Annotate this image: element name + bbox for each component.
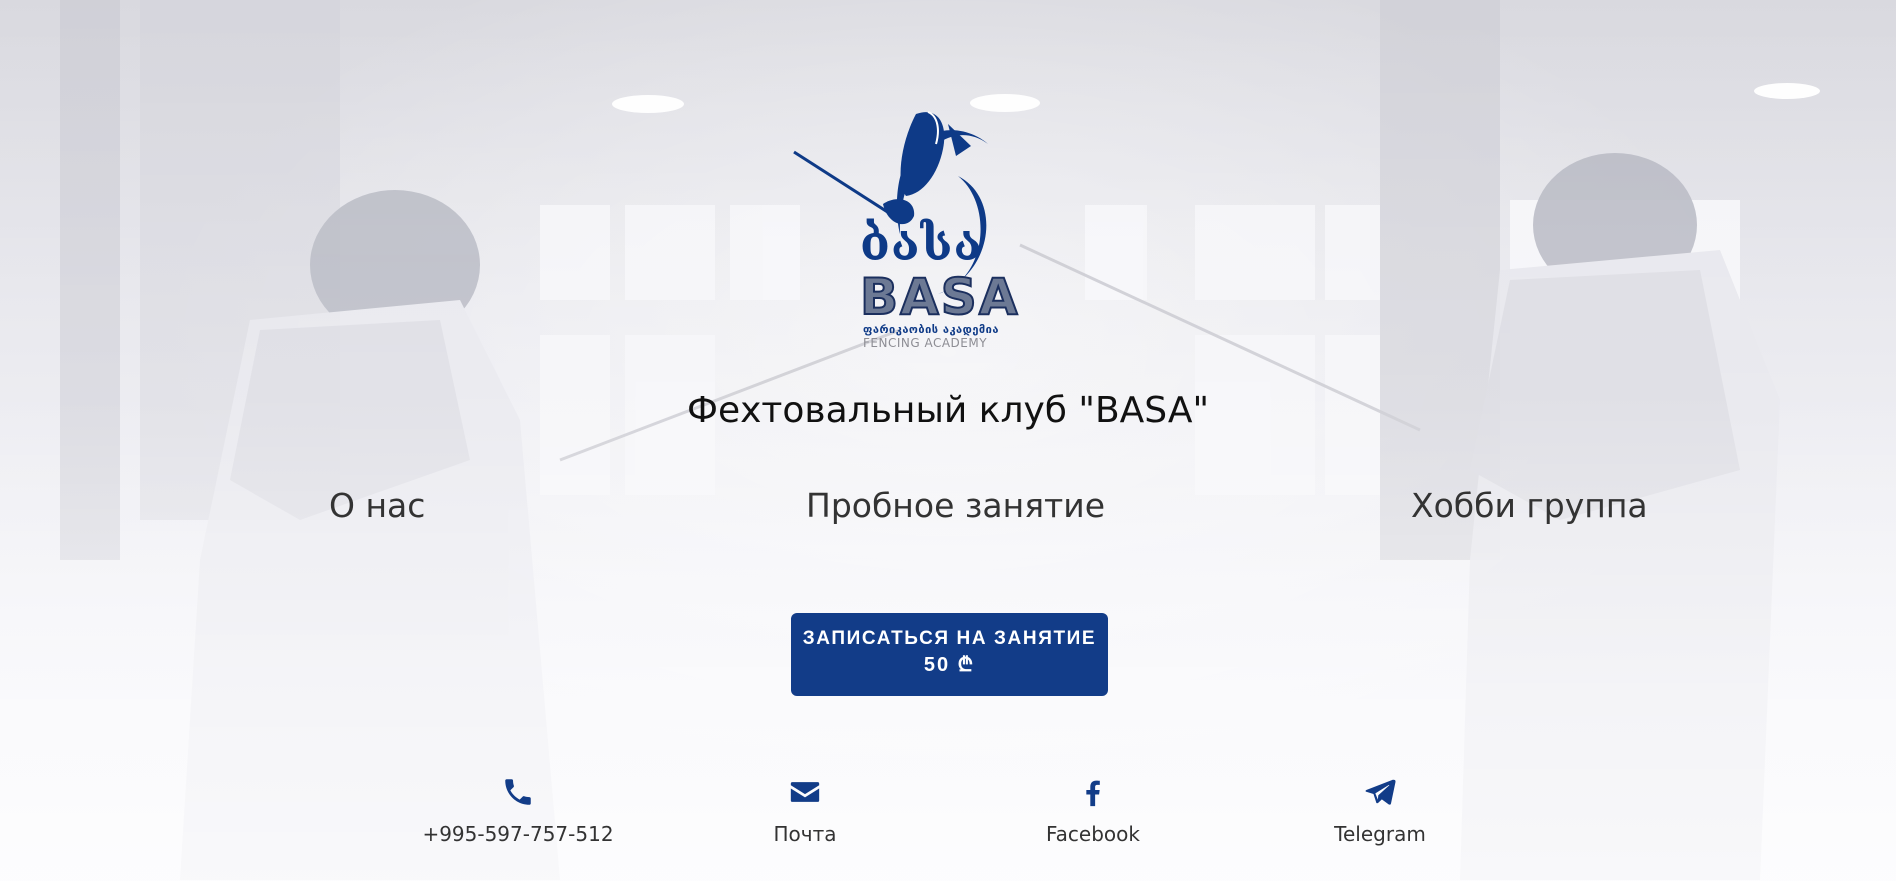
page-title: Фехтовальный клуб "BASA": [686, 390, 1210, 431]
contact-telegram[interactable]: Telegram: [1270, 775, 1490, 846]
envelope-icon: [790, 782, 820, 802]
logo-georgian-wordmark: ბასა: [860, 216, 983, 272]
contact-phone[interactable]: +995-597-757-512: [408, 775, 628, 846]
contact-phone-label: +995-597-757-512: [422, 822, 614, 846]
telegram-icon: [1365, 779, 1396, 805]
signup-button-label: ЗАПИСАТЬСЯ НА ЗАНЯТИЕ: [802, 628, 1097, 649]
nav-link-hobby-group[interactable]: Хобби группа: [1411, 486, 1648, 525]
contact-telegram-label: Telegram: [1334, 822, 1426, 846]
signup-button-price: 50 ₾: [923, 654, 976, 676]
logo-basa-wordmark: BASA: [859, 268, 1020, 326]
logo-georgian-subtitle: ფარიკაობის აკადემია: [863, 323, 999, 336]
contact-facebook-label: Facebook: [1046, 822, 1140, 846]
facebook-icon: [1086, 780, 1100, 807]
contact-facebook[interactable]: Facebook: [983, 775, 1203, 846]
contact-email-label: Почта: [773, 822, 837, 846]
contact-email[interactable]: Почта: [695, 775, 915, 846]
nav-link-about[interactable]: О нас: [329, 486, 425, 525]
logo-english-subtitle: FENCING ACADEMY: [863, 336, 988, 350]
nav-link-trial-lesson[interactable]: Пробное занятие: [806, 486, 1105, 525]
phone-icon: [505, 779, 531, 805]
signup-button[interactable]: ЗАПИСАТЬСЯ НА ЗАНЯТИЕ 50 ₾: [791, 613, 1108, 696]
